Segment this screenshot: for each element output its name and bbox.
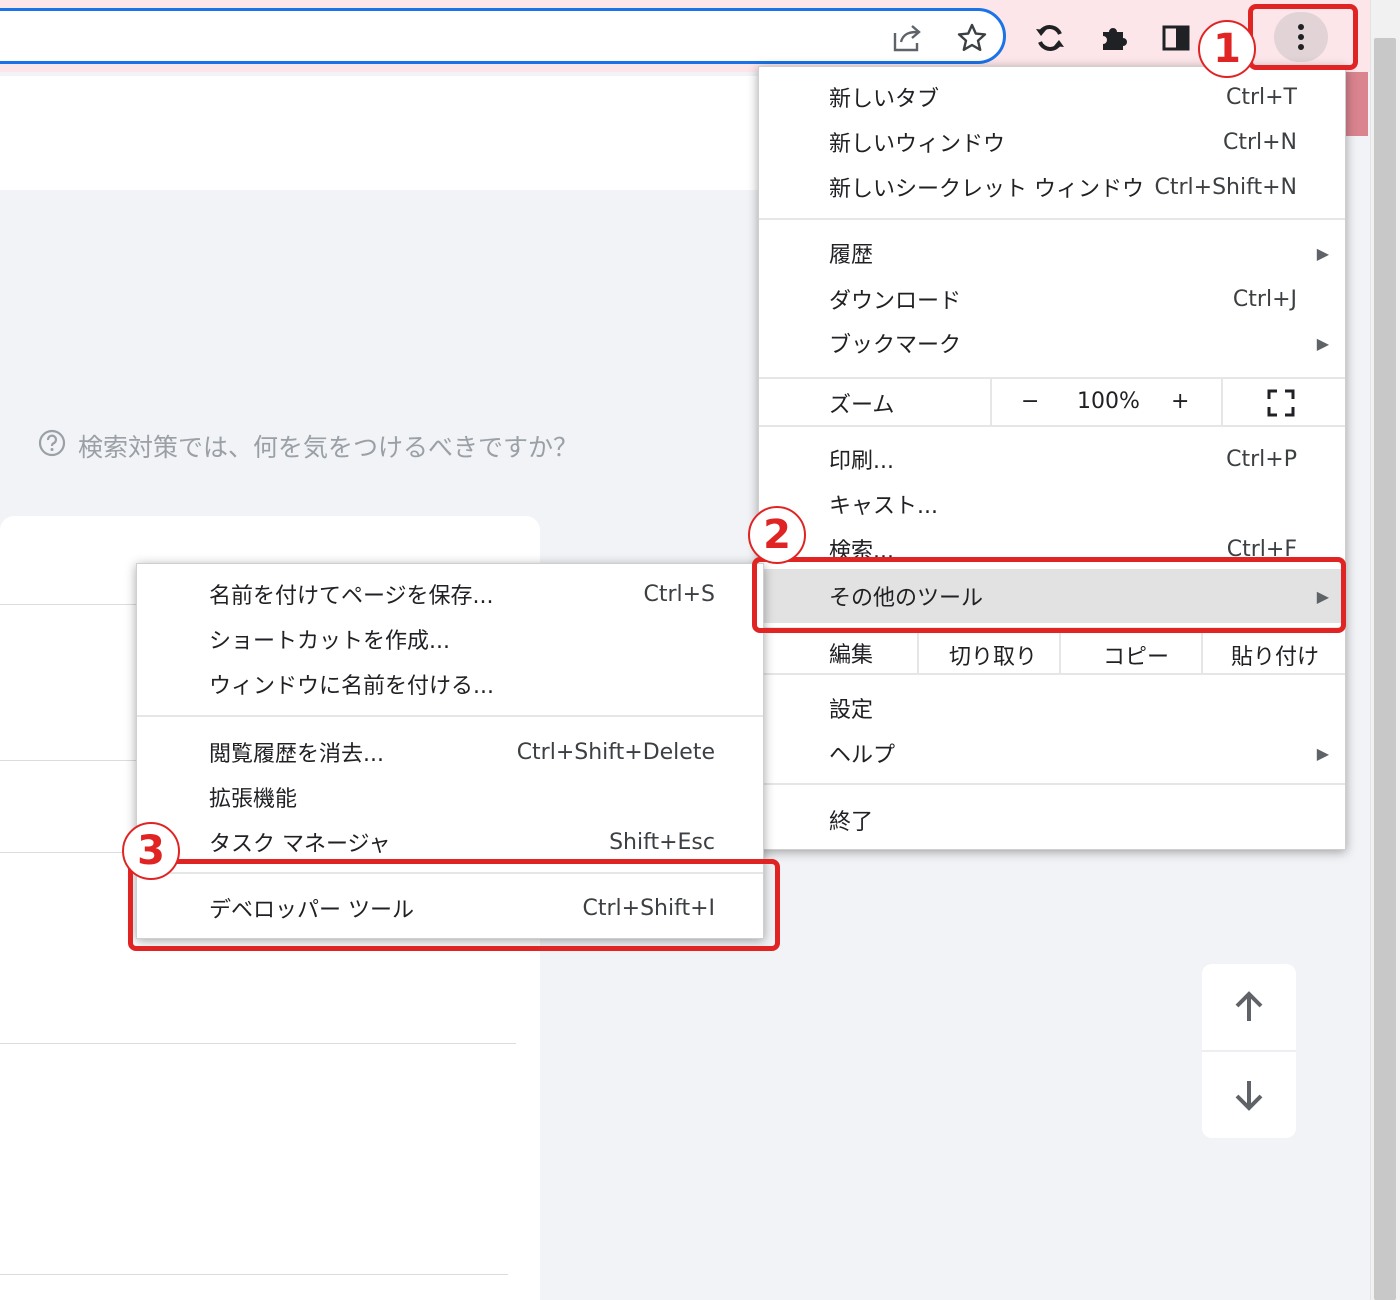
menu-label: 編集 [829,643,874,668]
menu-label: ズーム [829,393,895,418]
address-bar[interactable] [0,8,1006,64]
divider [0,1274,508,1275]
annotation-number-step1: 1 [1198,20,1256,78]
menu-label: キャスト... [829,494,938,519]
menu-label: 設定 [829,698,874,723]
menu-item-new-window[interactable]: 新しいウィンドウ Ctrl+N [759,120,1345,164]
menu-separator [759,377,1345,379]
menu-item-save-page[interactable]: 名前を付けてページを保存... Ctrl+S [137,572,763,616]
menu-separator [759,218,1345,220]
menu-label: ブックマーク [829,333,962,358]
menu-shortcut: Ctrl+J [1232,286,1297,312]
zoom-out-button[interactable]: − [1021,389,1039,414]
annotation-box-step2 [752,557,1346,633]
menu-label: 印刷... [829,449,894,474]
menu-item-help[interactable]: ヘルプ ▶ [759,731,1345,775]
menu-separator [759,673,1345,675]
divider [0,1043,516,1044]
zoom-divider [1221,379,1223,425]
divider [0,852,136,853]
menu-label: 新しいタブ [829,87,940,112]
question-link[interactable]: 検索対策では、何を気をつけるべきですか？ [38,428,578,464]
arrow-up-icon [1235,991,1263,1021]
menu-label: 履歴 [829,243,874,268]
submenu-arrow-icon: ▶ [1316,333,1329,353]
menu-shortcut: Ctrl+T [1225,84,1297,110]
menu-label: 名前を付けてページを保存... [209,584,494,609]
help-circle-icon [38,429,66,463]
cut-button[interactable]: 切り取り [949,639,1037,671]
annotation-box-step1 [1248,4,1358,70]
divider [0,760,136,761]
menu-label: 閲覧履歴を消去... [209,742,384,767]
browser-toolbar [0,0,1372,72]
scrollbar-thumb[interactable] [1374,38,1396,1300]
edit-divider [917,629,919,675]
page-accent-strip [1344,72,1368,136]
menu-label: 新しいウィンドウ [829,132,1006,157]
menu-label: 新しいシークレット ウィンドウ [829,177,1144,202]
menu-item-create-shortcut[interactable]: ショートカットを作成... [137,617,763,661]
menu-item-bookmarks[interactable]: ブックマーク ▶ [759,321,1345,365]
menu-item-extensions[interactable]: 拡張機能 [137,775,763,819]
menu-item-exit[interactable]: 終了 [759,798,1345,842]
menu-shortcut: Shift+Esc [609,829,715,855]
copy-button[interactable]: コピー [1103,639,1169,671]
menu-separator [759,783,1345,785]
menu-label: ウィンドウに名前を付ける... [209,674,494,699]
scroll-up-button[interactable] [1202,964,1296,1050]
arrow-down-icon [1235,1081,1263,1111]
menu-label: ショートカットを作成... [209,629,450,654]
menu-label: ヘルプ [829,743,896,768]
menu-item-zoom: ズーム [759,381,1345,425]
scroll-down-button[interactable] [1202,1052,1296,1138]
menu-item-settings[interactable]: 設定 [759,686,1345,730]
share-icon[interactable] [888,18,928,58]
side-panel-icon[interactable] [1156,18,1196,58]
zoom-divider [990,379,992,425]
annotation-number-step2: 2 [748,506,806,564]
menu-item-history[interactable]: 履歴 ▶ [759,231,1345,275]
menu-label: ダウンロード [829,289,962,314]
menu-item-print[interactable]: 印刷... Ctrl+P [759,437,1345,481]
menu-label: 終了 [829,810,874,835]
star-icon[interactable] [952,18,992,58]
page-header [0,76,760,190]
chrome-main-menu: 新しいタブ Ctrl+T 新しいウィンドウ Ctrl+N 新しいシークレット ウ… [758,66,1346,850]
question-text: 検索対策では、何を気をつけるべきですか？ [78,433,579,462]
menu-item-downloads[interactable]: ダウンロード Ctrl+J [759,277,1345,321]
submenu-arrow-icon: ▶ [1316,743,1329,763]
menu-shortcut: Ctrl+Shift+Delete [516,739,715,765]
menu-item-new-incognito[interactable]: 新しいシークレット ウィンドウ Ctrl+Shift+N [759,165,1345,209]
menu-shortcut: Ctrl+N [1222,129,1297,155]
menu-shortcut: Ctrl+Shift+N [1154,174,1297,200]
divider [0,604,136,605]
menu-separator [137,715,763,717]
paste-button[interactable]: 貼り付け [1231,639,1319,671]
menu-shortcut: Ctrl+P [1226,446,1297,472]
menu-shortcut: Ctrl+S [643,581,715,607]
menu-label: 拡張機能 [209,787,298,812]
menu-item-new-tab[interactable]: 新しいタブ Ctrl+T [759,75,1345,119]
menu-separator [759,425,1345,427]
submenu-arrow-icon: ▶ [1316,243,1329,263]
fullscreen-icon[interactable] [1267,389,1295,421]
zoom-level: 100% [1077,389,1140,414]
menu-item-task-manager[interactable]: タスク マネージャ Shift+Esc [137,820,763,864]
menu-item-name-window[interactable]: ウィンドウに名前を付ける... [137,662,763,706]
zoom-in-button[interactable]: + [1171,389,1189,414]
menu-item-clear-browsing-data[interactable]: 閲覧履歴を消去... Ctrl+Shift+Delete [137,730,763,774]
edit-divider [1059,629,1061,675]
sync-icon[interactable] [1030,18,1070,58]
edit-divider [1201,629,1203,675]
menu-item-cast[interactable]: キャスト... [759,482,1345,526]
scroll-widget [1202,964,1296,1138]
annotation-box-step3 [128,859,780,951]
menu-label: タスク マネージャ [209,832,391,857]
extensions-icon[interactable] [1094,18,1134,58]
annotation-number-step3: 3 [122,822,180,880]
